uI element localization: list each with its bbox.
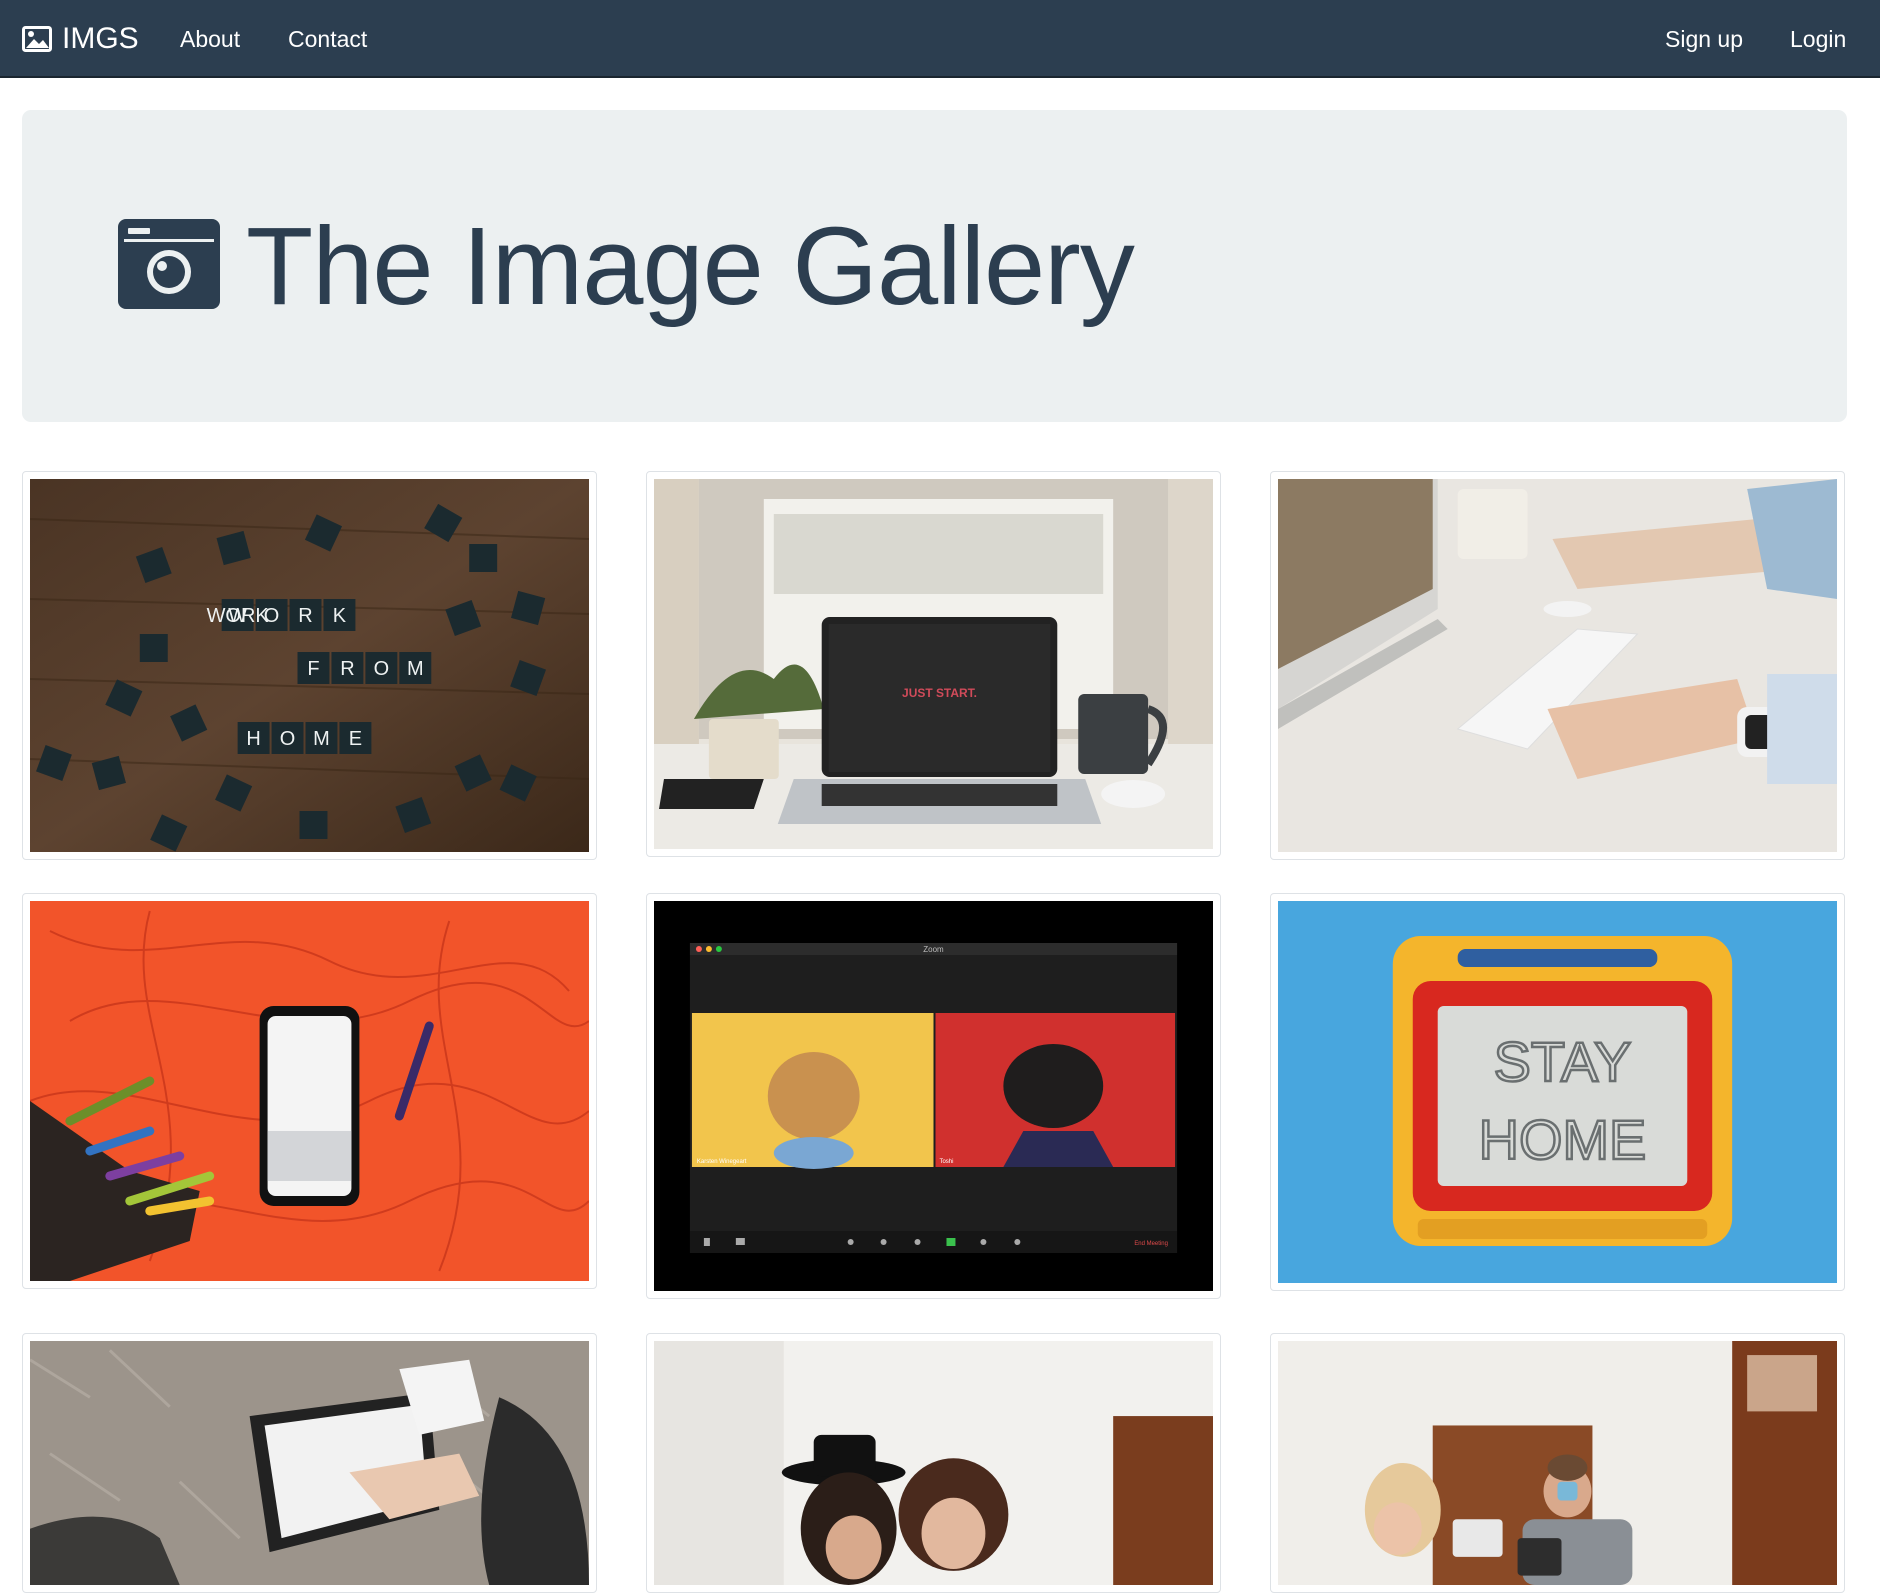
svg-text:E: E [349, 728, 362, 750]
photo-zoom-call: Zoom Karsten Winegeart Toshi End Meeting [654, 901, 1213, 1291]
participant-name: Toshi [939, 1159, 953, 1165]
end-meeting-label: End Meeting [1134, 1241, 1168, 1247]
camera-icon [118, 218, 220, 314]
laptop-screen-text: JUST START. [902, 686, 977, 700]
page-title: The Image Gallery [246, 204, 1135, 328]
nav-link-contact[interactable]: Contact [288, 0, 367, 78]
brand-link[interactable]: IMGS [22, 0, 139, 78]
photo-scrabble-tiles: WORK WORK FROM HOME [30, 479, 589, 852]
navbar: IMGS About Contact Sign up Login [0, 0, 1880, 78]
hero-jumbotron: The Image Gallery [22, 110, 1847, 422]
gallery-thumbnail[interactable]: STAY HOME [1270, 893, 1845, 1291]
photo-laptop-by-window: JUST START. [654, 479, 1213, 849]
svg-text:O: O [264, 605, 280, 627]
gallery-thumbnail[interactable]: JUST START. [646, 471, 1221, 857]
svg-text:R: R [340, 658, 354, 680]
nav-link-signup[interactable]: Sign up [1665, 0, 1743, 78]
gallery-thumbnail[interactable]: WORK WORK FROM HOME [22, 471, 597, 860]
svg-text:O: O [280, 728, 296, 750]
board-text-home: HOME [1479, 1108, 1647, 1171]
svg-text:H: H [246, 728, 260, 750]
nav-link-about[interactable]: About [180, 0, 240, 78]
photo-two-women-laptop [654, 1341, 1213, 1585]
gallery-thumbnail[interactable] [22, 893, 597, 1289]
hero-title-row: The Image Gallery [118, 110, 1135, 422]
svg-text:O: O [374, 658, 390, 680]
svg-text:M: M [313, 728, 330, 750]
svg-text:F: F [307, 658, 319, 680]
gallery-thumbnail[interactable] [646, 1333, 1221, 1593]
participant-name: Karsten Winegeart [697, 1159, 747, 1165]
svg-text:K: K [333, 605, 347, 627]
svg-text:W: W [228, 605, 247, 627]
photo-couple-working [1278, 1341, 1837, 1585]
gallery-thumbnail[interactable] [22, 1333, 597, 1593]
nav-link-login[interactable]: Login [1790, 0, 1846, 78]
photo-typing-keyboard [1278, 479, 1837, 852]
photo-phone-crayons [30, 901, 589, 1281]
gallery-thumbnail[interactable] [1270, 471, 1845, 860]
image-icon [22, 26, 52, 52]
gallery-thumbnail[interactable]: Zoom Karsten Winegeart Toshi End Meeting [646, 893, 1221, 1299]
svg-text:R: R [298, 605, 312, 627]
zoom-window-title: Zoom [923, 945, 944, 954]
gallery-thumbnail[interactable] [1270, 1333, 1845, 1593]
brand-label: IMGS [62, 22, 139, 55]
photo-stay-home-board: STAY HOME [1278, 901, 1837, 1283]
board-text-stay: STAY [1494, 1030, 1632, 1093]
svg-text:M: M [407, 658, 424, 680]
photo-tablet-on-rug [30, 1341, 589, 1585]
